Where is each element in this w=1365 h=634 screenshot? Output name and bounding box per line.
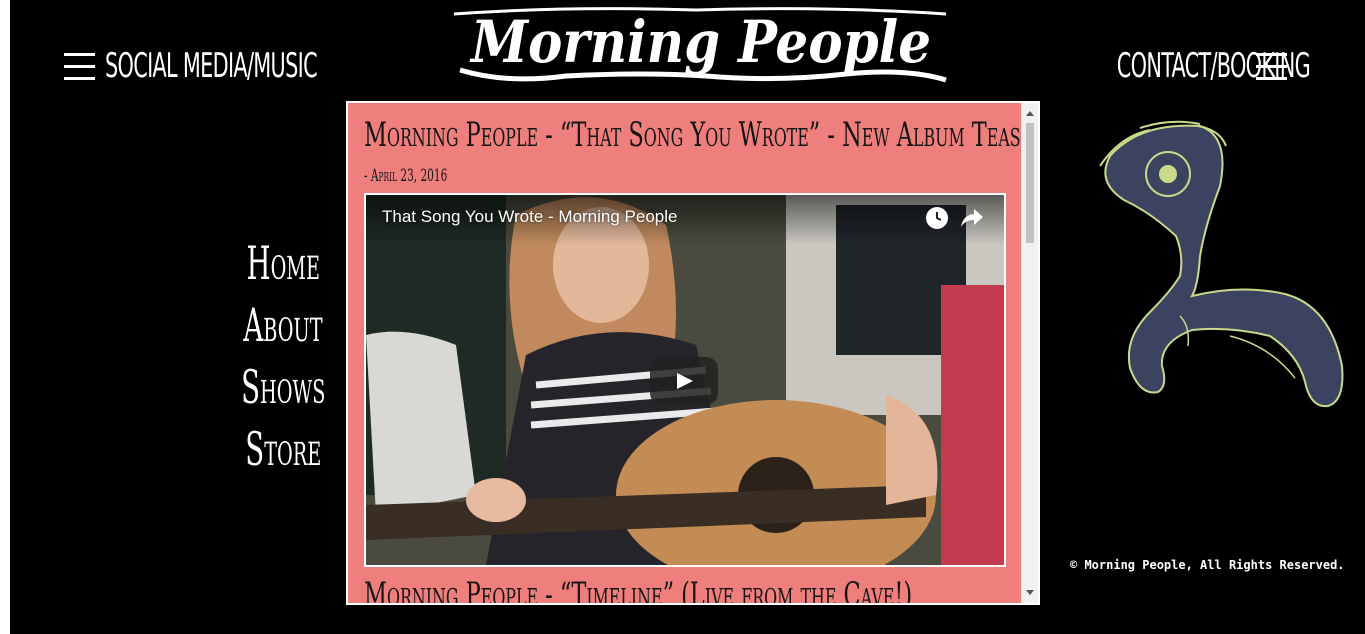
logo-wordmark: Morning People [453,7,947,83]
post-date: - April 23, 2016 [364,166,448,186]
post-title[interactable]: Morning People - “That Song You Wrote” -… [364,115,1038,155]
video-title[interactable]: That Song You Wrote - Morning People [382,207,677,227]
share-icon[interactable] [960,207,984,229]
nav-home[interactable]: Home [246,232,319,294]
page: Morning People SOCIAL MEDIA/MUSIC CONTAC… [10,0,1365,634]
nav-store[interactable]: Store [245,418,321,480]
nav-about[interactable]: About [243,294,322,356]
logo-text: Morning People [469,8,931,76]
nav-shows[interactable]: Shows [241,356,325,418]
scroll-up-arrow-icon[interactable] [1026,111,1034,116]
play-button[interactable] [650,357,718,405]
post-title[interactable]: Morning People - “Timeline” (Live from t… [364,575,958,603]
video-player[interactable]: That Song You Wrote - Morning People [364,193,1006,567]
copyright-text: © Morning People, All Rights Reserved. [1070,558,1345,572]
play-icon [677,373,693,389]
scroll-thumb[interactable] [1026,123,1034,243]
side-navigation: Home About Shows Store [235,232,331,480]
contact-booking-menu-label: CONTACT/BOOKING [1116,46,1311,86]
creature-illustration [1080,116,1350,416]
post-feed[interactable]: Morning People - “That Song You Wrote” -… [346,101,1040,605]
menu-icon [64,52,95,80]
scroll-down-arrow-icon[interactable] [1026,590,1034,595]
watch-later-icon[interactable] [926,207,948,229]
social-media-menu-label: SOCIAL MEDIA/MUSIC [105,46,318,86]
social-media-menu-button[interactable]: SOCIAL MEDIA/MUSIC [64,44,417,88]
contact-booking-menu-button[interactable]: CONTACT/BOOKING [1056,44,1311,88]
logo[interactable]: Morning People [446,6,956,86]
feed-scrollbar[interactable] [1021,103,1038,603]
